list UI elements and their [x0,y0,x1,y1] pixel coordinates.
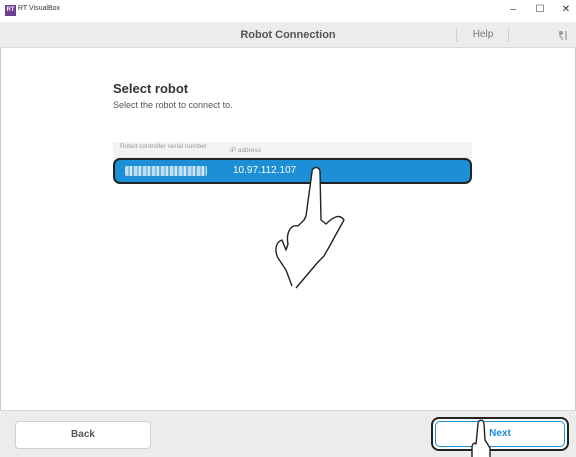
column-header-ip: IP address [230,147,261,154]
robot-table: Robot controller serial number IP addres… [113,142,472,184]
close-button[interactable]: ✕ [559,3,573,17]
header-divider [508,28,509,42]
tap-hand-icon [471,419,491,457]
section-title: Select robot [113,81,189,96]
section-subtitle: Select the robot to connect to. [113,100,233,110]
column-header-serial: Robot controller serial number [120,143,208,150]
tap-hand-icon [275,166,345,289]
app-logo: RT [5,5,16,16]
maximize-button[interactable]: ☐ [533,3,547,17]
app-title: RT VisualBox [18,5,61,12]
help-button[interactable]: Help [466,29,500,40]
title-bar: RT RT VisualBox – ☐ ✕ [0,0,576,22]
settings-icon[interactable] [557,29,569,41]
header-divider [456,28,457,42]
back-button[interactable]: Back [15,421,151,449]
minimize-button[interactable]: – [506,3,520,17]
page-header: Robot Connection Help [0,22,576,48]
serial-number-blurred [125,166,207,176]
table-header: Robot controller serial number IP addres… [113,142,472,158]
